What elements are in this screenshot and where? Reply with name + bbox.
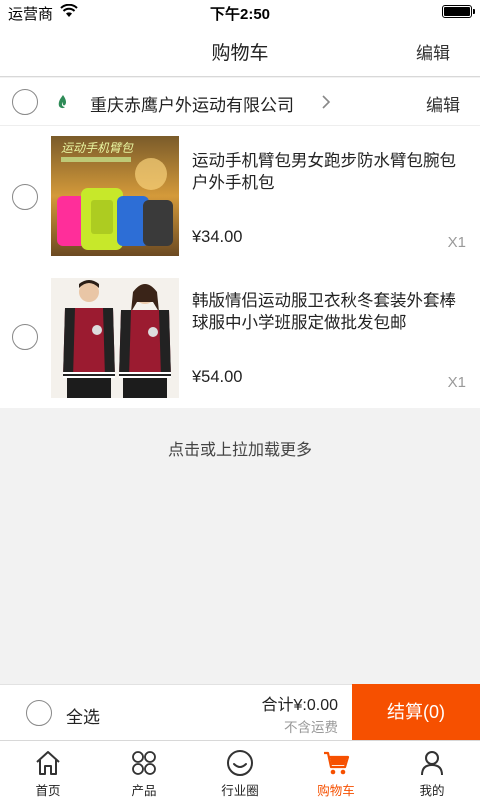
checkout-button[interactable]: 结算(0) — [352, 684, 480, 741]
tab-cart[interactable]: 购物车 — [288, 741, 384, 800]
select-all-radio[interactable] — [26, 700, 52, 726]
shop-logo-icon — [58, 95, 67, 109]
shop-header: 重庆赤鹰户外运动有限公司 编辑 — [0, 78, 480, 126]
tab-label: 产品 — [131, 784, 157, 798]
cart-item: 韩版情侣运动服卫衣秋冬套装外套棒球服中小学班服定做批发包邮 ¥54.00 X1 — [0, 268, 480, 408]
cart-item: 运动手机臂包 运动手机臂包男女跑步防水臂包腕包户外手机包 ¥34.00 X1 — [0, 128, 480, 268]
home-icon — [36, 751, 60, 775]
tab-label: 行业圈 — [221, 784, 259, 798]
cart-icon — [324, 751, 350, 775]
user-icon — [421, 751, 443, 776]
grid-icon — [132, 751, 156, 775]
tab-bar: 首页 产品 行业圈 购物车 我的 — [0, 740, 480, 800]
cart-list: 重庆赤鹰户外运动有限公司 编辑 运动手机臂包 运动手机臂包男女跑步防水臂包腕包户… — [0, 78, 480, 408]
image-caption: 运动手机臂包 — [61, 141, 134, 155]
product-image[interactable] — [51, 278, 179, 398]
item-title[interactable]: 韩版情侣运动服卫衣秋冬套装外套棒球服中小学班服定做批发包邮 — [192, 290, 467, 334]
item-quantity: X1 — [447, 374, 466, 391]
shop-edit-button[interactable]: 编辑 — [426, 91, 460, 116]
product-image[interactable]: 运动手机臂包 — [51, 136, 179, 256]
item-select-radio[interactable] — [12, 184, 38, 210]
chevron-right-icon[interactable] — [321, 94, 331, 110]
edit-button[interactable]: 编辑 — [416, 39, 450, 64]
tab-home[interactable]: 首页 — [0, 741, 96, 800]
smile-icon — [227, 750, 253, 776]
item-select-radio[interactable] — [12, 324, 38, 350]
item-quantity: X1 — [447, 234, 466, 251]
checkout-bar: 全选 合计¥:0.00 不含运费 结算(0) — [0, 684, 480, 741]
item-title[interactable]: 运动手机臂包男女跑步防水臂包腕包户外手机包 — [192, 150, 467, 194]
clock: 下午2:50 — [209, 6, 271, 23]
tab-label: 首页 — [35, 784, 61, 798]
tab-label: 我的 — [419, 784, 445, 798]
item-price: ¥54.00 — [192, 368, 243, 386]
tab-label: 购物车 — [317, 784, 355, 798]
page-title: 购物车 — [211, 43, 269, 64]
item-price: ¥34.00 — [192, 228, 243, 246]
total-amount: 合计¥:0.00 — [261, 697, 339, 714]
shop-name[interactable]: 重庆赤鹰户外运动有限公司 — [90, 91, 294, 116]
tab-industry[interactable]: 行业圈 — [192, 741, 288, 800]
battery-icon — [442, 5, 475, 18]
tab-mine[interactable]: 我的 — [384, 741, 480, 800]
status-bar: 运营商 下午2:50 — [0, 0, 480, 24]
nav-bar: 购物车 编辑 — [0, 24, 480, 77]
load-more-link[interactable]: 点击或上拉加载更多 — [0, 436, 480, 460]
shipping-note: 不含运费 — [284, 720, 338, 735]
shop-select-radio[interactable] — [12, 89, 38, 115]
tab-products[interactable]: 产品 — [96, 741, 192, 800]
select-all-label[interactable]: 全选 — [66, 703, 100, 728]
